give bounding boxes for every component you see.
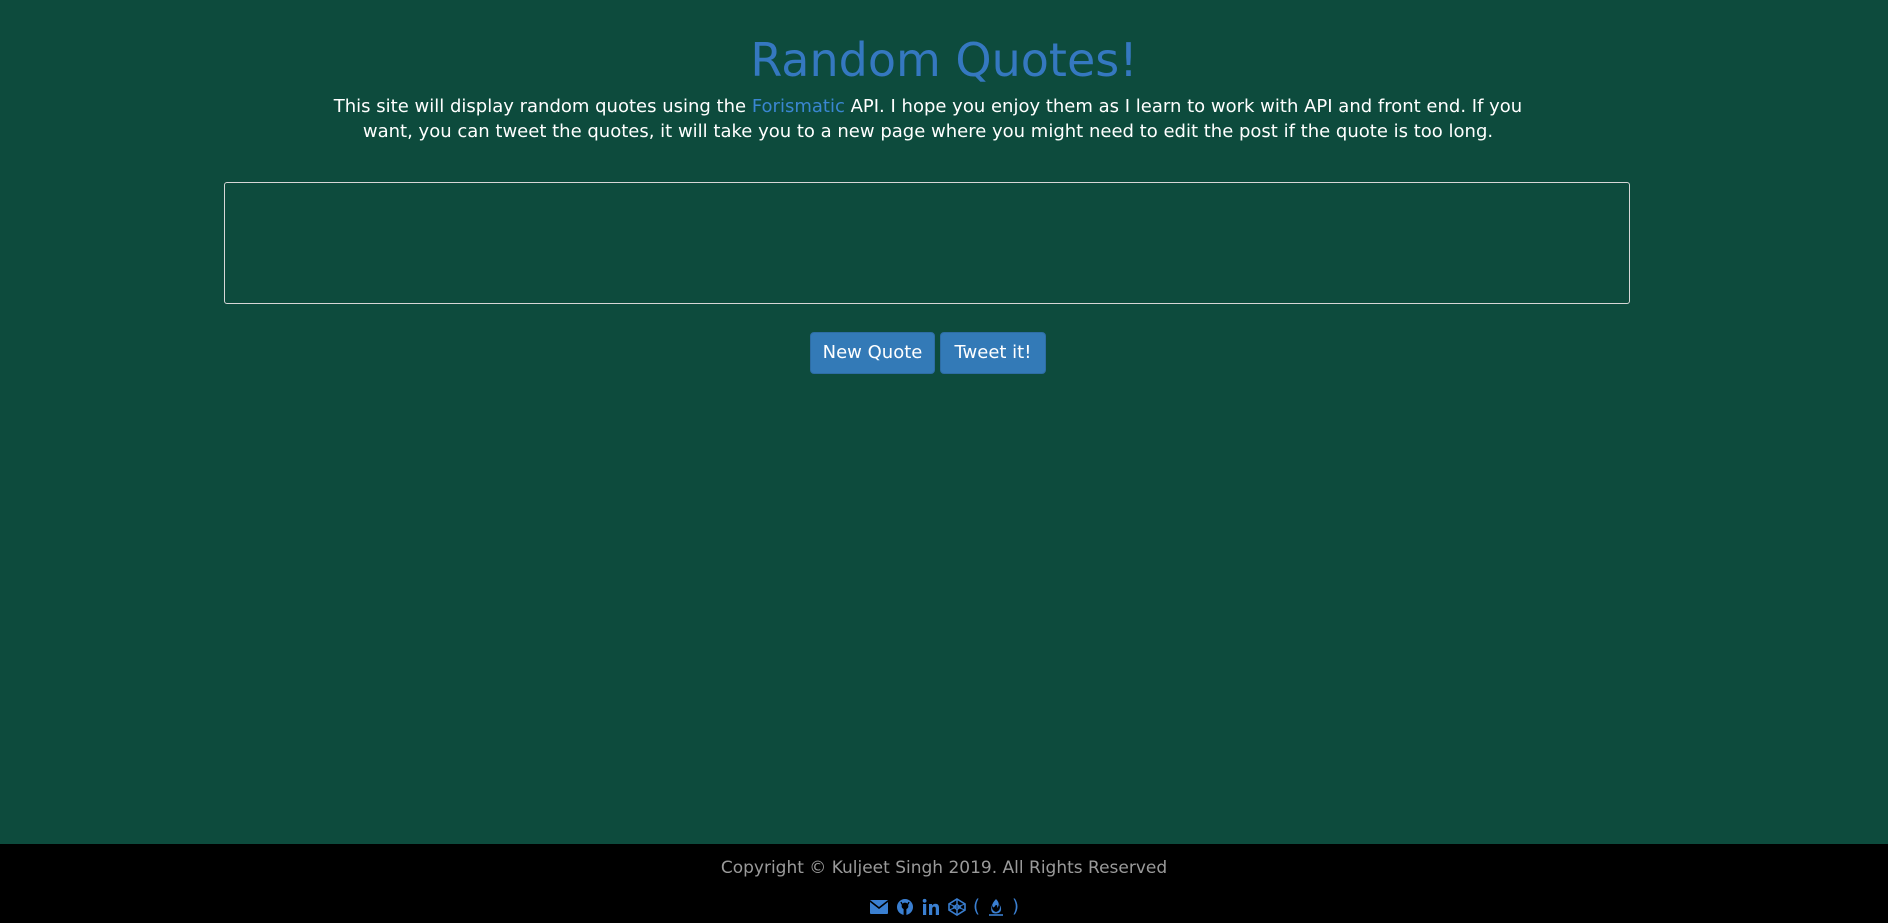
tweet-button[interactable]: Tweet it! <box>940 332 1046 374</box>
footer: Copyright © Kuljeet Singh 2019. All Righ… <box>0 844 1888 923</box>
codepen-icon[interactable] <box>947 897 967 917</box>
envelope-icon[interactable] <box>869 897 889 917</box>
linkedin-icon[interactable] <box>921 897 941 917</box>
paren-open: ( <box>972 896 980 917</box>
page-title: Random Quotes! <box>750 33 1138 87</box>
forismatic-link[interactable]: Forismatic <box>752 96 845 117</box>
social-links: ( ) <box>0 895 1888 919</box>
paren-close: ) <box>1012 896 1020 917</box>
intro-text: This site will display random quotes usi… <box>332 94 1524 144</box>
freecodecamp-icon[interactable] <box>986 897 1006 917</box>
new-quote-button[interactable]: New Quote <box>810 332 935 374</box>
intro-text-start: This site will display random quotes usi… <box>333 96 752 117</box>
quote-box <box>224 182 1630 304</box>
github-icon[interactable] <box>895 897 915 917</box>
copyright-text: Copyright © Kuljeet Singh 2019. All Righ… <box>720 858 1168 878</box>
